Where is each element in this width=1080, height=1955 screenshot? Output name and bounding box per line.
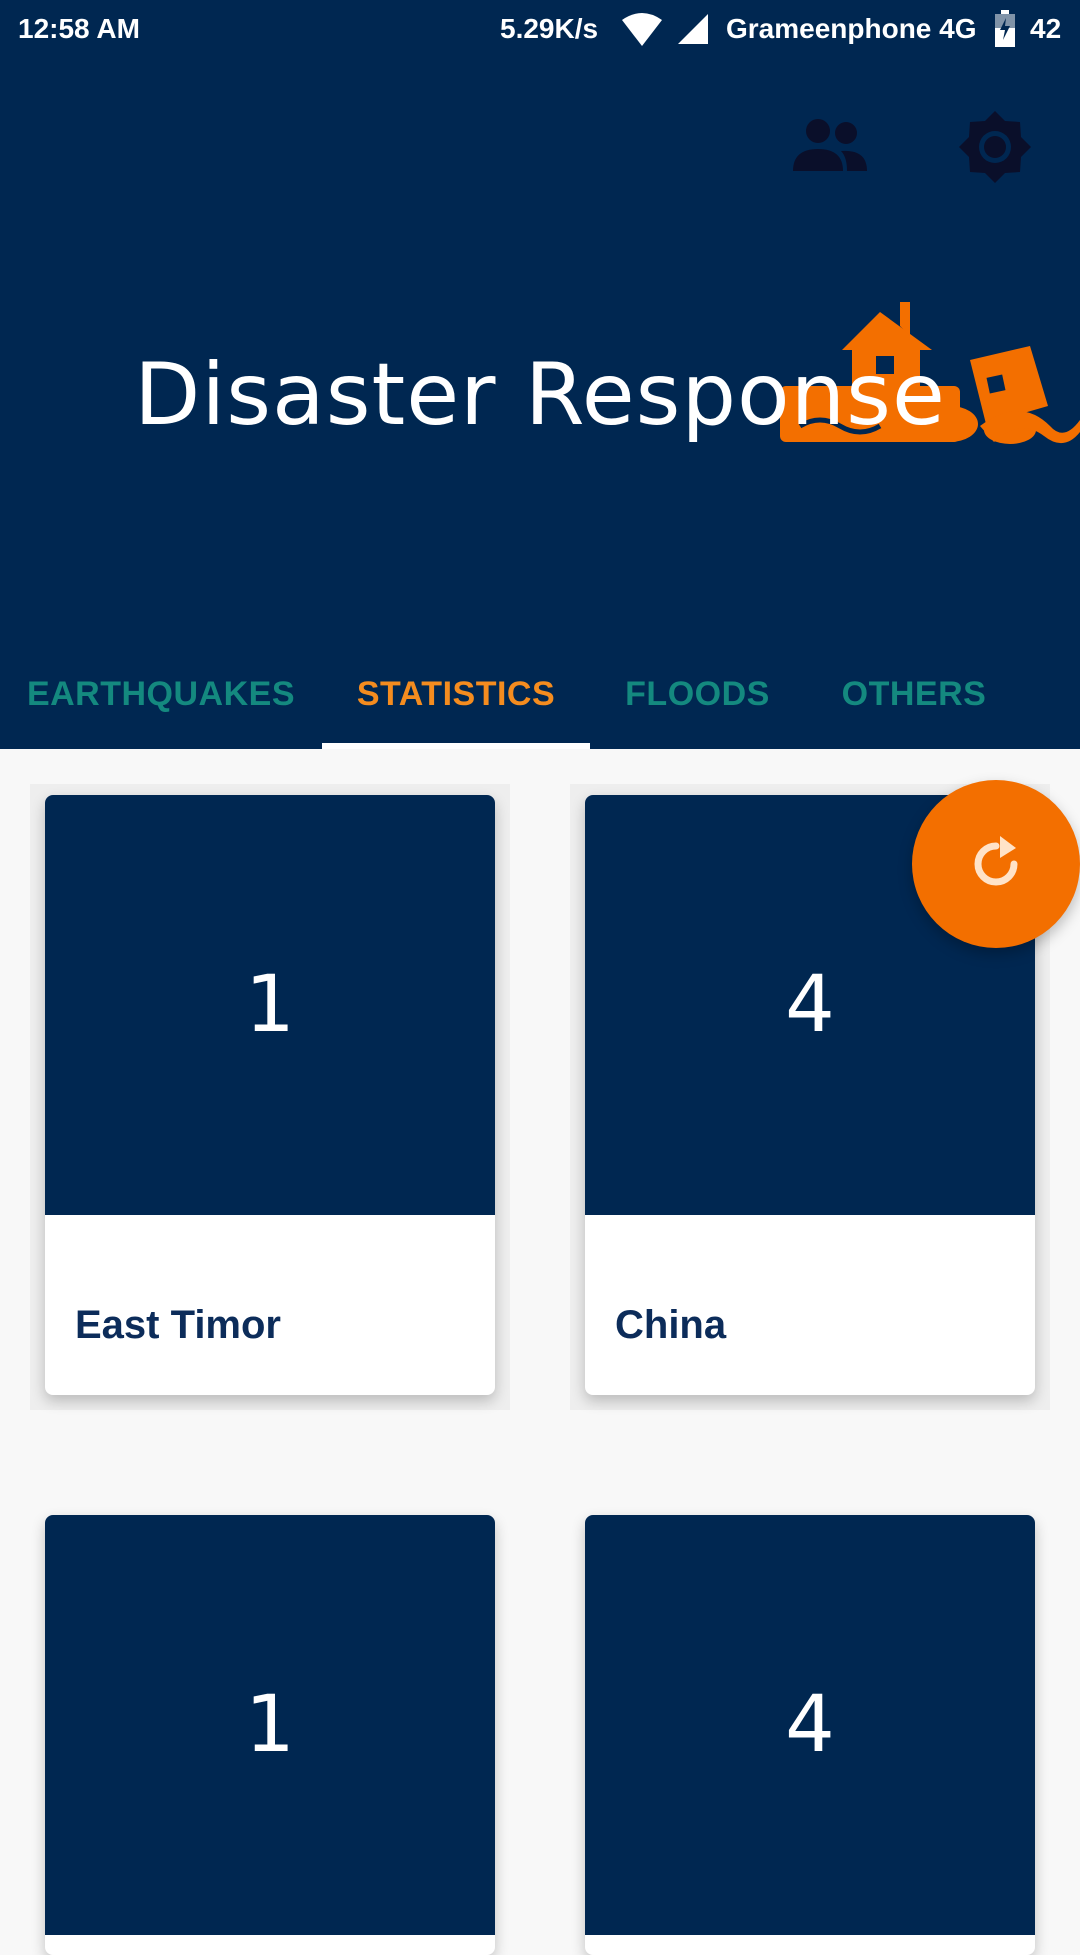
battery-icon bbox=[995, 10, 1015, 47]
tab-statistics[interactable]: STATISTICS bbox=[322, 640, 590, 749]
settings-button[interactable] bbox=[952, 104, 1038, 190]
signal-icon bbox=[678, 14, 708, 44]
tab-others[interactable]: OTHERS bbox=[805, 640, 1023, 749]
stat-card[interactable]: 4 bbox=[585, 1515, 1035, 1955]
app-title: Disaster Response bbox=[134, 345, 946, 445]
refresh-button[interactable] bbox=[912, 780, 1080, 948]
app-header: 12:58 AM 5.29K/s Grameenphone 4G 42 Disa… bbox=[0, 0, 1080, 749]
stat-country: China bbox=[615, 1303, 727, 1347]
stat-count: 4 bbox=[585, 1515, 1035, 1935]
wifi-icon bbox=[622, 13, 662, 46]
people-icon bbox=[793, 119, 867, 171]
stat-card[interactable]: 1 East Timor bbox=[45, 795, 495, 1395]
stat-count: 1 bbox=[45, 1515, 495, 1935]
network-speed: 5.29K/s bbox=[500, 13, 599, 44]
stat-count: 1 bbox=[45, 795, 495, 1215]
tab-bar: EARTHQUAKES STATISTICS FLOODS OTHERS bbox=[0, 640, 1080, 749]
battery-level: 42 bbox=[1030, 13, 1062, 44]
tab-floods[interactable]: FLOODS bbox=[590, 640, 805, 749]
stat-country: East Timor bbox=[75, 1303, 281, 1347]
status-bar: 12:58 AM 5.29K/s Grameenphone 4G 42 bbox=[0, 0, 1080, 60]
stat-card[interactable]: 1 bbox=[45, 1515, 495, 1955]
people-button[interactable] bbox=[782, 110, 878, 180]
refresh-icon bbox=[974, 836, 1018, 886]
settings-icon bbox=[959, 111, 1031, 183]
carrier-name: Grameenphone 4G bbox=[726, 13, 977, 44]
tab-earthquakes[interactable]: EARTHQUAKES bbox=[0, 640, 322, 749]
active-tab-indicator bbox=[322, 743, 590, 749]
status-time: 12:58 AM bbox=[18, 13, 140, 44]
